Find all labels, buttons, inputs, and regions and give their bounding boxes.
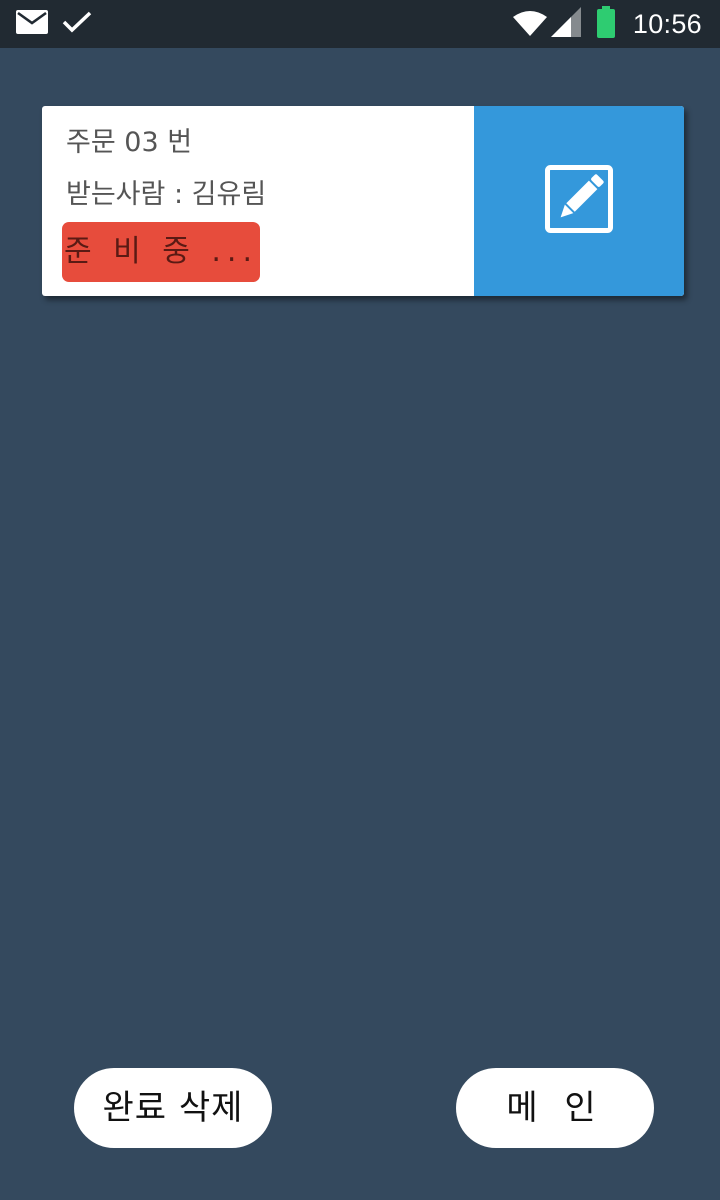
recipient-name: 김유림 [191,179,267,210]
recipient-row: 받는사람 : 김유림 [66,172,266,211]
delete-completed-button[interactable]: 완료 삭제 [74,1068,272,1148]
order-number: 주문 03 번 [66,127,193,158]
status-bar: 10:56 [0,0,720,48]
battery-icon [596,6,615,42]
app-screen: 10:56 주문 03 번 받는사람 : 김유림 준 비 중 ... 완료 삭제… [0,0,720,1200]
notification-icons [16,8,106,40]
wifi-icon [512,8,547,40]
mail-icon [16,10,48,38]
status-badge: 준 비 중 ... [62,222,260,282]
main-button[interactable]: 메 인 [456,1068,654,1148]
check-icon [62,10,92,38]
edit-pencil-icon [545,165,613,237]
edit-order-button[interactable] [474,106,684,296]
signal-icon [550,7,581,41]
order-card[interactable]: 주문 03 번 받는사람 : 김유림 준 비 중 ... [42,106,684,296]
recipient-label: 받는사람 : [66,179,184,210]
clock: 10:56 [632,8,702,39]
system-icons: 10:56 [503,6,702,42]
